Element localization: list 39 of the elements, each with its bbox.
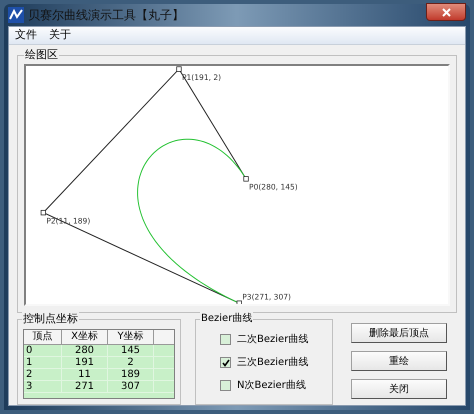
close-button[interactable]	[426, 3, 466, 21]
group-title: 控制点坐标	[22, 312, 79, 326]
control-point[interactable]	[243, 176, 249, 182]
column-header[interactable]: Y坐标	[108, 330, 154, 344]
app-icon	[8, 7, 24, 23]
table-cell: 307	[108, 381, 154, 392]
control-point[interactable]	[40, 210, 46, 216]
table-cell: 1	[24, 357, 62, 368]
checkbox[interactable]	[220, 357, 231, 368]
checkbox-label: 三次Bezier曲线	[237, 356, 308, 370]
control-point[interactable]	[176, 66, 182, 72]
point-label: P3(271, 307)	[242, 292, 291, 302]
table-cell: 2	[108, 357, 154, 368]
column-header[interactable]: X坐标	[62, 330, 108, 344]
action-button[interactable]: 删除最后顶点	[351, 323, 447, 343]
menu-item[interactable]: 文件	[15, 27, 37, 44]
column-header[interactable]: 顶点	[24, 330, 62, 344]
window-title: 贝赛尔曲线演示工具【丸子】	[28, 7, 184, 24]
table-cell: 2	[24, 369, 62, 380]
control-point[interactable]	[236, 300, 242, 304]
table-cell: 3	[24, 381, 62, 392]
table-cell: 191	[62, 357, 108, 368]
checkbox-label: N次Bezier曲线	[237, 378, 306, 393]
table-cell: 189	[108, 369, 154, 380]
table-cell: 271	[62, 381, 108, 392]
table-cell: 11	[62, 369, 108, 380]
group-title: 绘图区	[24, 48, 59, 62]
checkbox[interactable]	[220, 380, 231, 391]
table-cell: 145	[108, 345, 154, 356]
action-button[interactable]: 重绘	[351, 351, 447, 371]
close-icon	[442, 8, 450, 16]
check-icon	[222, 358, 230, 366]
menu-item[interactable]: 关于	[49, 27, 71, 44]
checkbox[interactable]	[220, 334, 231, 345]
action-button[interactable]: 关闭	[351, 379, 447, 399]
checkbox-label: 二次Bezier曲线	[237, 332, 308, 347]
table-cell: 280	[62, 345, 108, 356]
table-cell: 0	[24, 345, 62, 356]
point-label: P0(280, 145)	[249, 182, 298, 192]
